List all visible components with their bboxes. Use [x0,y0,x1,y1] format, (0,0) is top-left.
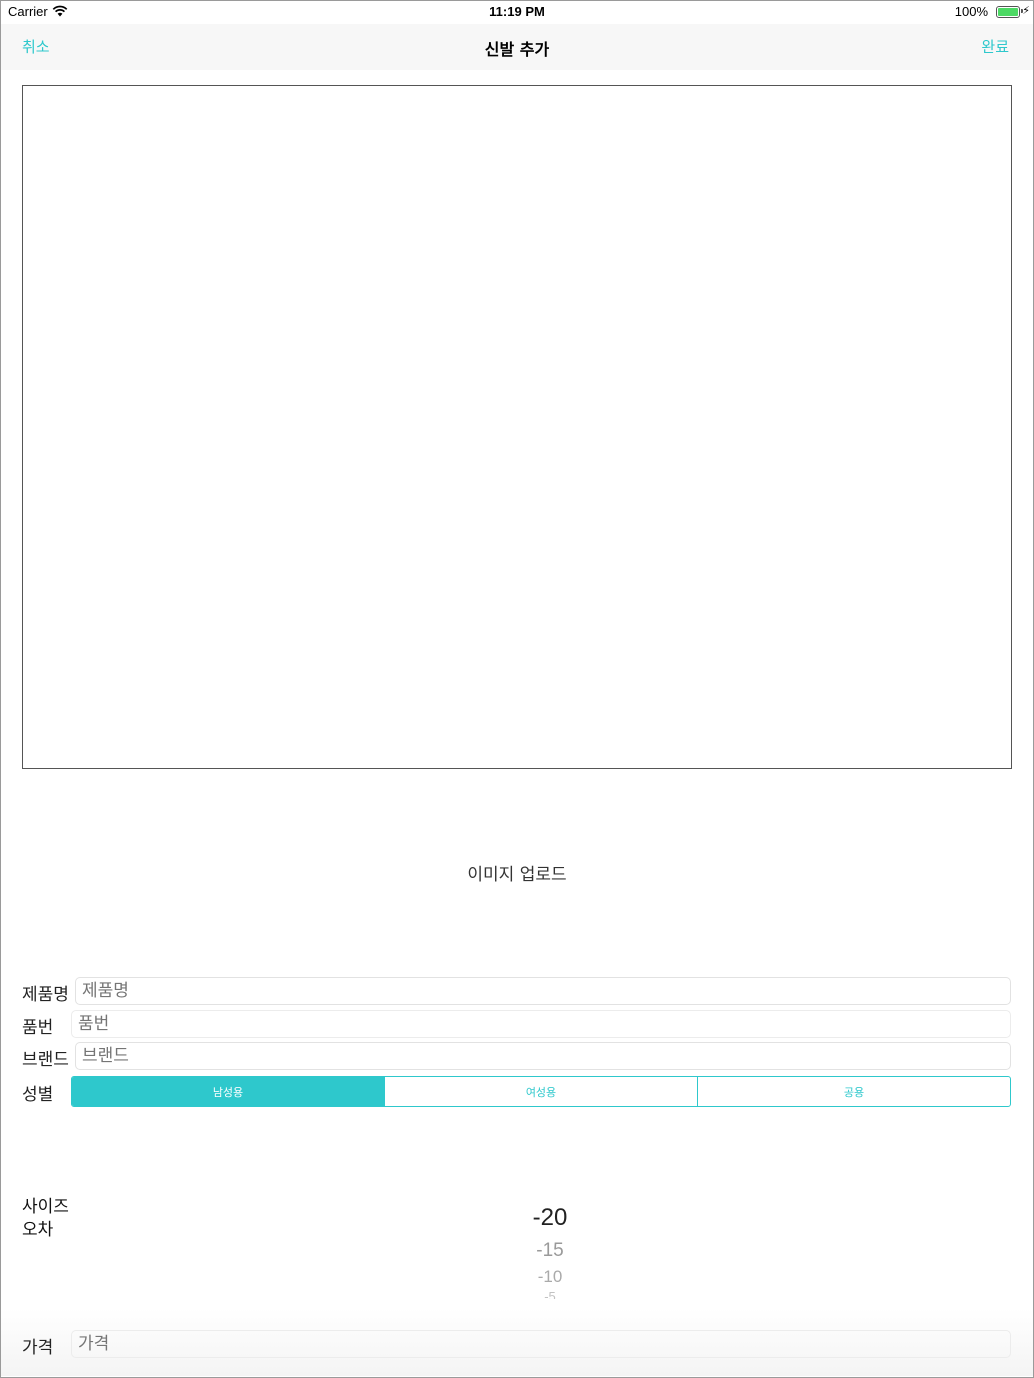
shoe-image-preview[interactable] [22,85,1012,769]
gender-segmented-control: 남성용 여성용 공용 [71,1076,1011,1107]
picker-row-selected[interactable]: -20 [460,1204,640,1232]
status-bar: Carrier 11:19 PM 100% ⚡ [0,0,1034,24]
segment-female[interactable]: 여성용 [384,1077,697,1106]
segment-male[interactable]: 남성용 [72,1077,384,1106]
charging-bolt-icon: ⚡ [1022,4,1030,17]
done-button[interactable]: 완료 [981,36,1009,57]
size-tolerance-label: 사이즈 오차 [22,1196,69,1242]
price-label: 가격 [22,1338,54,1358]
item-number-field[interactable] [71,1010,1011,1038]
gender-label: 성별 [22,1085,54,1105]
segment-unisex[interactable]: 공용 [697,1077,1010,1106]
picker-row[interactable]: -5 [460,1289,640,1299]
size-tolerance-label-line1: 사이즈 [22,1197,69,1217]
clock: 11:19 PM [489,4,545,19]
item-number-label: 품번 [22,1018,54,1038]
product-name-field[interactable] [75,977,1011,1005]
product-name-label: 제품명 [22,985,69,1005]
page-title: 신발 추가 [484,40,550,59]
brand-field[interactable] [75,1042,1011,1070]
price-field[interactable] [71,1330,1011,1358]
picker-row[interactable]: -10 [460,1267,640,1287]
picker-row[interactable]: -15 [460,1240,640,1262]
image-upload-button[interactable]: 이미지 업로드 [0,860,1034,885]
battery-percent: 100% [954,4,988,19]
brand-label: 브랜드 [22,1050,69,1070]
size-tolerance-label-line2: 오차 [22,1220,54,1240]
battery-icon [996,6,1020,18]
size-tolerance-picker[interactable]: -20 -15 -10 -5 [460,1200,640,1310]
navigation-bar: 취소 신발 추가 완료 [1,24,1033,70]
